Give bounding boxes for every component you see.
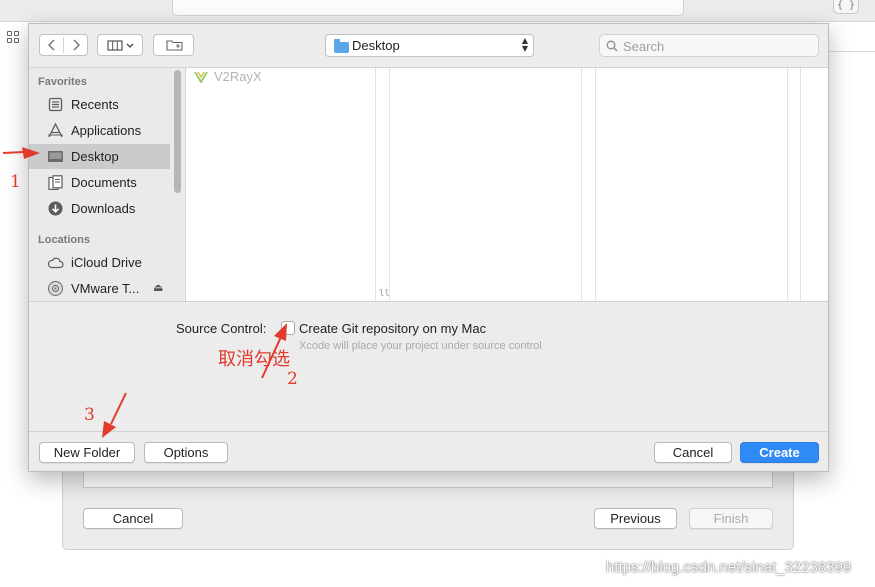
folder-icon [334, 39, 349, 53]
column-divider [389, 68, 390, 302]
columns-view-icon [107, 40, 134, 51]
search-placeholder: Search [623, 39, 665, 54]
step-1-label: 1 [10, 172, 21, 192]
chevron-updown-icon: ▲ ▼ [521, 36, 528, 53]
view-mode-button[interactable] [97, 34, 143, 56]
sidebar-item-label: Downloads [71, 201, 136, 216]
uncheck-note: 取消勾选 [218, 349, 290, 370]
sidebar-item-documents[interactable]: Documents [29, 170, 170, 195]
sidebar-item-label: VMware T... [71, 281, 140, 296]
background-toolbar-field [172, 0, 684, 16]
recents-icon [48, 97, 63, 112]
previous-button[interactable]: Previous [594, 508, 677, 529]
new-folder-toolbar-button[interactable] [153, 34, 194, 56]
sidebar-item-label: Applications [71, 123, 142, 138]
column-divider [800, 68, 801, 302]
template-dialog: Cancel Previous Finish [62, 462, 794, 550]
sidebar-item-desktop[interactable]: Desktop [29, 144, 170, 169]
applications-icon [48, 123, 63, 138]
location-popup-label: Desktop [352, 38, 400, 53]
step-3-label: 3 [84, 405, 95, 425]
sidebar-item-label: Desktop [71, 149, 119, 164]
watermark: https://blog.csdn.net/sinat_32238399 [606, 559, 852, 576]
grid-icon[interactable] [7, 31, 21, 45]
column-resize-handle[interactable]: ll [379, 289, 390, 299]
documents-icon [48, 175, 63, 190]
column-divider [595, 68, 596, 302]
save-sheet: Desktop ▲ ▼ Search Favorites Recents App… [28, 23, 829, 472]
source-control-options: Source Control: Create Git repository on… [29, 301, 828, 431]
sidebar-item-recents[interactable]: Recents [29, 92, 170, 117]
source-control-hint: Xcode will place your project under sour… [299, 340, 542, 352]
sheet-toolbar: Desktop ▲ ▼ Search [29, 24, 828, 67]
finish-button[interactable]: Finish [689, 508, 773, 529]
chevron-left-icon [47, 39, 55, 51]
back-button[interactable] [40, 35, 64, 55]
options-button[interactable]: Options [144, 442, 228, 463]
file-item-label: V2RayX [214, 69, 262, 84]
background-toolbar: { } [0, 0, 875, 22]
eject-icon[interactable]: ⏏ [153, 281, 163, 294]
column-browser: V2RayX ll [185, 67, 828, 302]
search-icon [606, 40, 618, 52]
disc-icon [48, 281, 63, 296]
sidebar-item-downloads[interactable]: Downloads [29, 196, 170, 221]
column-divider [581, 68, 582, 302]
step-2-label: 2 [287, 369, 298, 389]
v2rayx-app-icon [194, 71, 208, 83]
library-brace-button[interactable]: { } [833, 0, 859, 14]
forward-button[interactable] [64, 35, 88, 55]
desktop-icon [48, 151, 63, 162]
new-folder-icon [166, 40, 183, 51]
column-divider [787, 68, 788, 302]
sidebar-item-label: Recents [71, 97, 119, 112]
back-forward-control [39, 34, 88, 56]
sidebar-item-vmware-tools[interactable]: VMware T... ⏏ [29, 276, 170, 301]
sidebar-item-applications[interactable]: Applications [29, 118, 170, 143]
cancel-button[interactable]: Cancel [654, 442, 732, 463]
sidebar-item-label: Documents [71, 175, 137, 190]
chevron-right-icon [73, 39, 81, 51]
sidebar-scrollbar[interactable] [174, 70, 181, 193]
create-button[interactable]: Create [740, 442, 819, 463]
create-git-repository-checkbox[interactable] [281, 321, 295, 335]
background-cancel-button[interactable]: Cancel [83, 508, 183, 529]
downloads-icon [48, 201, 63, 216]
locations-header: Locations [38, 234, 90, 246]
sheet-footer: New Folder Options Cancel Create [29, 431, 828, 471]
background-divider [828, 51, 875, 52]
column-divider[interactable] [375, 68, 376, 302]
source-control-label: Source Control: [176, 321, 267, 336]
sidebar-item-icloud-drive[interactable]: iCloud Drive [29, 250, 170, 275]
cloud-icon [47, 257, 64, 269]
sidebar-item-label: iCloud Drive [71, 255, 142, 270]
sidebar: Favorites Recents Applications Desktop D… [29, 67, 184, 301]
favorites-header: Favorites [38, 76, 87, 88]
create-git-repository-label[interactable]: Create Git repository on my Mac [299, 321, 486, 336]
location-popup[interactable]: Desktop ▲ ▼ [325, 34, 534, 57]
search-field[interactable]: Search [599, 34, 819, 57]
new-folder-button[interactable]: New Folder [39, 442, 135, 463]
